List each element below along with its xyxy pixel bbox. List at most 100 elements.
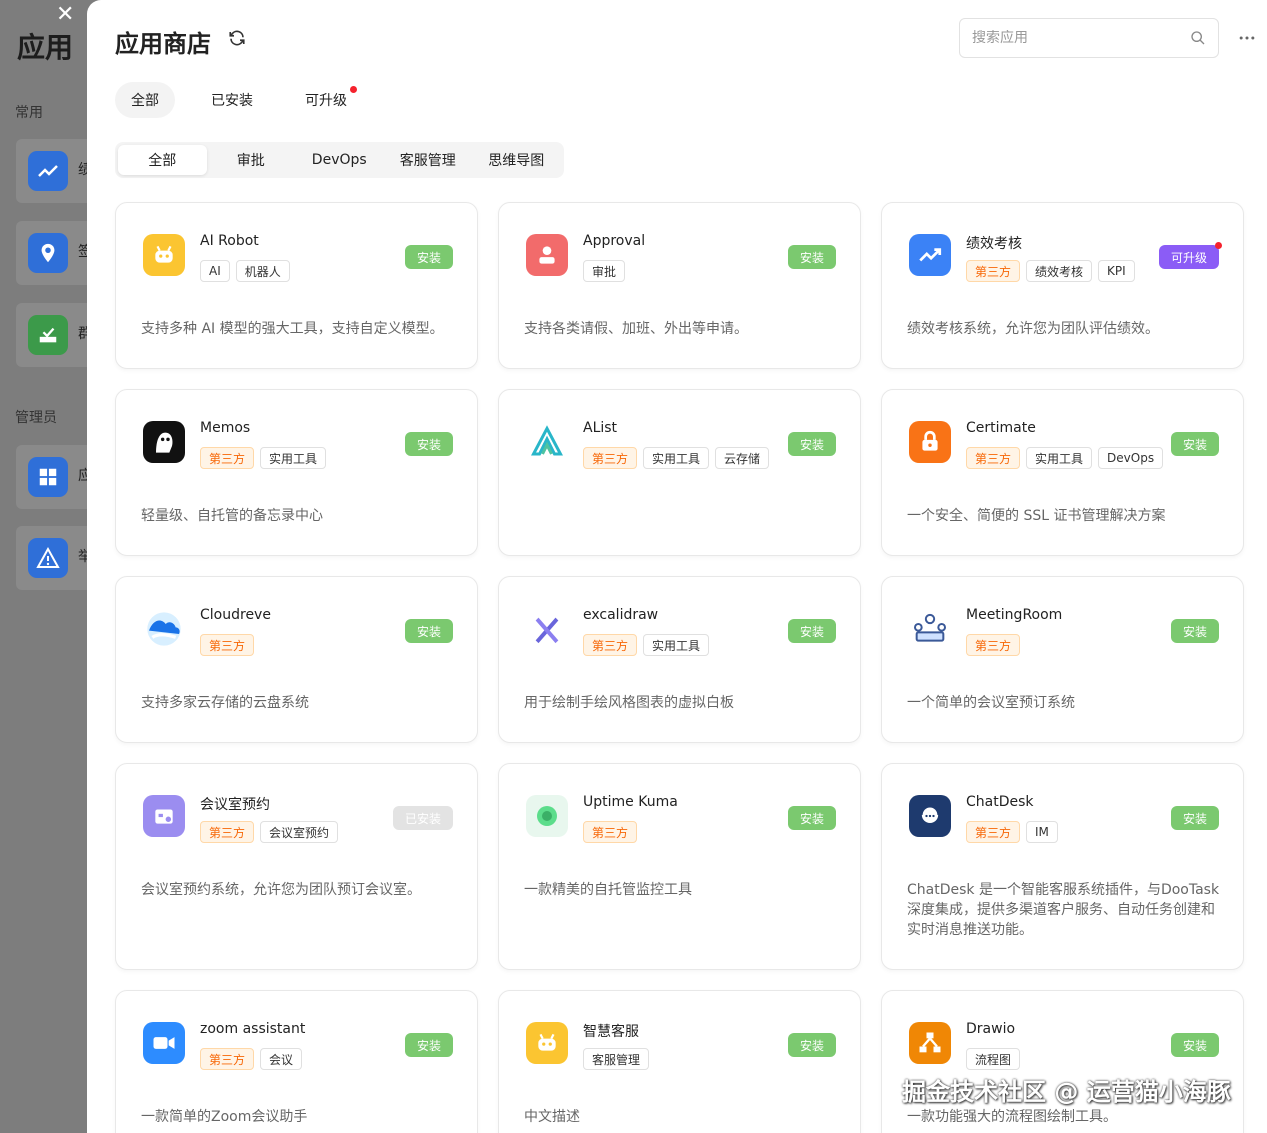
search-icon[interactable] [1190, 30, 1206, 46]
install-button[interactable]: 安装 [1170, 432, 1219, 456]
install-button[interactable]: 安装 [404, 1033, 453, 1057]
section-common: 常用 [15, 105, 43, 121]
app-name: 会议室预约 [200, 797, 270, 813]
app-tag: 审批 [583, 260, 626, 282]
app-card[interactable]: 会议室预约 第三方 会议室预约 已安装 会议室预约系统，允许您为团队预订会议室。 [115, 763, 478, 970]
refresh-icon[interactable] [228, 29, 246, 47]
app-card[interactable]: Certimate 第三方 实用工具 DevOps 安装 一个安全、简便的 SSL 证书管… [881, 389, 1244, 556]
apps-icon [28, 457, 68, 497]
warning-icon [28, 538, 68, 578]
app-card[interactable]: Uptime Kuma 第三方 安装 一款精美的自托管监控工具 [498, 763, 861, 970]
install-button[interactable]: 安装 [404, 619, 453, 643]
background-title: 应用 [17, 31, 74, 64]
app-tags: 第三方 实用工具 [200, 447, 327, 469]
install-button[interactable]: 安装 [1170, 806, 1219, 830]
app-tag: AI [200, 260, 230, 282]
install-button[interactable]: 安装 [404, 245, 453, 269]
category-tab-all[interactable]: 全部 [118, 145, 207, 175]
app-name: ChatDesk [966, 794, 1034, 810]
watermark: 掘金技术社区 @ 运营猫小海豚 [902, 1078, 1231, 1106]
lock-icon [909, 421, 951, 463]
cloud-icon [143, 608, 185, 650]
button-label: 安装 [1182, 811, 1207, 826]
button-label: 安装 [799, 811, 824, 826]
install-button[interactable]: 安装 [787, 245, 836, 269]
app-tag: IM [1026, 821, 1058, 843]
notification-dot [350, 86, 357, 93]
app-description: 一个安全、简便的 SSL 证书管理解决方案 [907, 508, 1166, 524]
app-description: 支持多种 AI 模型的强大工具，支持自定义模型。 [141, 321, 444, 337]
robot-icon [143, 234, 185, 276]
app-description: 用于绘制手绘风格图表的虚拟白板 [524, 695, 734, 711]
category-tab-service[interactable]: 客服管理 [384, 145, 473, 175]
app-name: Cloudreve [200, 607, 271, 623]
button-label: 安装 [416, 1038, 441, 1053]
robot-icon [526, 1022, 568, 1064]
install-button[interactable]: 安装 [787, 619, 836, 643]
app-tag: 绩效考核 [1026, 260, 1093, 282]
app-name: Approval [583, 233, 646, 249]
app-tag: 流程图 [966, 1048, 1021, 1070]
more-icon[interactable] [1237, 28, 1257, 48]
app-tags: 第三方 [966, 634, 1021, 656]
app-card[interactable]: zoom assistant 第三方 会议 安装 一款简单的Zoom会议助手 [115, 990, 478, 1133]
status-tabs: 全部 已安装 可升级 [115, 82, 383, 118]
app-description: 绩效考核系统，允许您为团队评估绩效。 [907, 321, 1159, 337]
install-button[interactable]: 安装 [404, 432, 453, 456]
install-button[interactable]: 安装 [1170, 1033, 1219, 1057]
app-card[interactable]: excalidraw 第三方 实用工具 安装 用于绘制手绘风格图表的虚拟白板 [498, 576, 861, 743]
app-tag: KPI [1098, 260, 1135, 282]
category-tab-devops[interactable]: DevOps [295, 145, 384, 175]
app-description: 一款简单的Zoom会议助手 [141, 1109, 308, 1125]
button-label: 安装 [1182, 1038, 1207, 1053]
tab-installed[interactable]: 已安装 [195, 82, 269, 118]
close-icon[interactable]: ✕ [56, 2, 74, 27]
notification-dot [1215, 242, 1222, 249]
category-tab-approval[interactable]: 审批 [207, 145, 296, 175]
kuma-icon [526, 795, 568, 837]
install-button[interactable]: 安装 [787, 432, 836, 456]
install-button[interactable]: 安装 [787, 1033, 836, 1057]
app-card[interactable]: AList 第三方 实用工具 云存储 安装 [498, 389, 861, 556]
app-tag: 会议 [260, 1048, 303, 1070]
app-name: 智慧客服 [583, 1024, 639, 1040]
app-description: 中文描述 [524, 1109, 580, 1125]
app-card[interactable]: MeetingRoom 第三方 安装 一个简单的会议室预订系统 [881, 576, 1244, 743]
app-tag: 实用工具 [1026, 447, 1093, 469]
search-box[interactable] [959, 18, 1219, 58]
installed-button[interactable]: 已安装 [392, 806, 453, 830]
chat-icon [909, 795, 951, 837]
memos-icon [143, 421, 185, 463]
app-tags: 第三方 实用工具 [583, 634, 710, 656]
install-button[interactable]: 安装 [787, 806, 836, 830]
button-label: 安装 [799, 624, 824, 639]
app-tag: 第三方 [200, 1048, 255, 1070]
app-card[interactable]: Approval 审批 安装 支持各类请假、加班、外出等申请。 [498, 202, 861, 369]
app-tags: 第三方 会议室预约 [200, 821, 339, 843]
app-card[interactable]: Memos 第三方 实用工具 安装 轻量级、自托管的备忘录中心 [115, 389, 478, 556]
app-card[interactable]: AI Robot AI 机器人 安装 支持多种 AI 模型的强大工具，支持自定义模型。 [115, 202, 478, 369]
button-label: 安装 [1182, 624, 1207, 639]
app-tag: 云存储 [715, 447, 770, 469]
upgrade-button[interactable]: 可升级 [1158, 242, 1222, 269]
search-input[interactable] [972, 30, 1190, 46]
button-label: 安装 [799, 1038, 824, 1053]
install-button[interactable]: 安装 [1170, 619, 1219, 643]
app-tag: 第三方 [200, 821, 255, 843]
app-card[interactable]: Cloudreve 第三方 安装 支持多家云存储的云盘系统 [115, 576, 478, 743]
background-app: ✕ 应用 常用 管理员 绩 签 群 应 举 [0, 0, 106, 1133]
app-card[interactable]: Drawio 流程图 安装 一款功能强大的流程图绘制工具。 [881, 990, 1244, 1133]
app-tag: 机器人 [235, 260, 290, 282]
app-tag: 第三方 [200, 447, 255, 469]
app-card[interactable]: 绩效考核 第三方 绩效考核 KPI 可升级 绩效考核系统，允许您为团队评估绩效。 [881, 202, 1244, 369]
app-card[interactable]: 智慧客服 客服管理 安装 中文描述 [498, 990, 861, 1133]
tab-upgradable[interactable]: 可升级 [289, 82, 363, 118]
app-card[interactable]: ChatDesk 第三方 IM 安装 ChatDesk 是一个智能客服系统插件，与Doo… [881, 763, 1244, 970]
app-description: ChatDesk 是一个智能客服系统插件，与DooTask 深度集成，提供多渠道… [907, 882, 1220, 938]
tab-all[interactable]: 全部 [115, 82, 175, 118]
button-label: 安装 [799, 437, 824, 452]
category-tab-mindmap[interactable]: 思维导图 [472, 145, 561, 175]
zoom-icon [143, 1022, 185, 1064]
app-store-panel: 应用商店 全部 已安装 可升级 全部 审批 DevOps 客服管理 思维导图 A… [87, 0, 1267, 1133]
app-tags: 第三方 实用工具 DevOps [966, 447, 1164, 469]
